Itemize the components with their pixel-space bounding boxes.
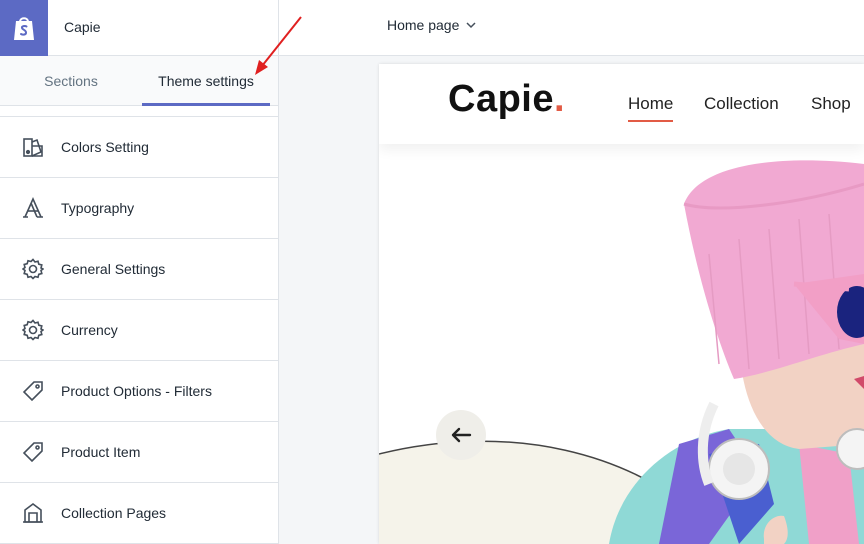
brand-dot: . <box>553 78 566 120</box>
theme-editor: Capie Home page Sections Theme settings <box>0 0 864 544</box>
settings-item-typography[interactable]: Typography <box>0 178 278 239</box>
nav-collection[interactable]: Collection <box>704 94 779 114</box>
tab-sections[interactable]: Sections <box>0 56 142 106</box>
topbar-divider <box>278 0 279 56</box>
settings-item-currency[interactable]: Currency <box>0 300 278 361</box>
settings-item-label: Product Item <box>61 444 141 460</box>
slideshow-prev-button[interactable] <box>436 410 486 460</box>
typography-icon <box>21 196 45 220</box>
settings-item-label: Product Options - Filters <box>61 383 212 399</box>
store-preview: Capie. Home Collection Shop <box>379 64 864 544</box>
sidebar-tabs: Sections Theme settings <box>0 56 278 106</box>
arrow-left-icon <box>451 427 472 443</box>
shopify-logo[interactable] <box>0 0 48 56</box>
collection-icon <box>21 501 45 525</box>
store-name: Capie <box>64 19 101 35</box>
hero-image <box>379 160 864 544</box>
tab-theme-settings[interactable]: Theme settings <box>142 56 270 106</box>
page-selector-label: Home page <box>387 17 460 33</box>
store-logo[interactable]: Capie. <box>448 78 565 121</box>
settings-item-product-item[interactable]: Product Item <box>0 422 278 483</box>
colors-icon <box>21 135 45 159</box>
chevron-down-icon <box>466 22 476 29</box>
settings-item-product-options[interactable]: Product Options - Filters <box>0 361 278 422</box>
settings-item-colors[interactable]: Colors Setting <box>0 117 278 178</box>
top-bar: Capie Home page <box>0 0 864 56</box>
tag-icon <box>21 379 45 403</box>
tag-icon <box>21 440 45 464</box>
settings-item-general[interactable]: General Settings <box>0 239 278 300</box>
shopify-bag-icon <box>14 17 34 40</box>
hero-slideshow <box>379 144 864 544</box>
settings-item-label: Typography <box>61 200 135 216</box>
nav-shop[interactable]: Shop <box>811 94 851 114</box>
page-selector[interactable]: Home page <box>387 17 477 33</box>
settings-item-label: General Settings <box>61 261 166 277</box>
settings-item-label: Collection Pages <box>61 505 167 521</box>
sidebar: Sections Theme settings Colors Setting T… <box>0 56 279 544</box>
brand-name: Capie <box>448 78 554 120</box>
site-header: Capie. Home Collection Shop <box>379 64 864 144</box>
settings-item-collection-pages[interactable]: Collection Pages <box>0 483 278 544</box>
settings-item-label: Currency <box>61 322 118 338</box>
theme-settings-list: Colors Setting Typography General Settin… <box>0 116 278 544</box>
settings-item-label: Colors Setting <box>61 139 149 155</box>
nav-home[interactable]: Home <box>628 94 674 122</box>
gear-icon <box>21 257 45 281</box>
gear-icon <box>21 318 45 342</box>
